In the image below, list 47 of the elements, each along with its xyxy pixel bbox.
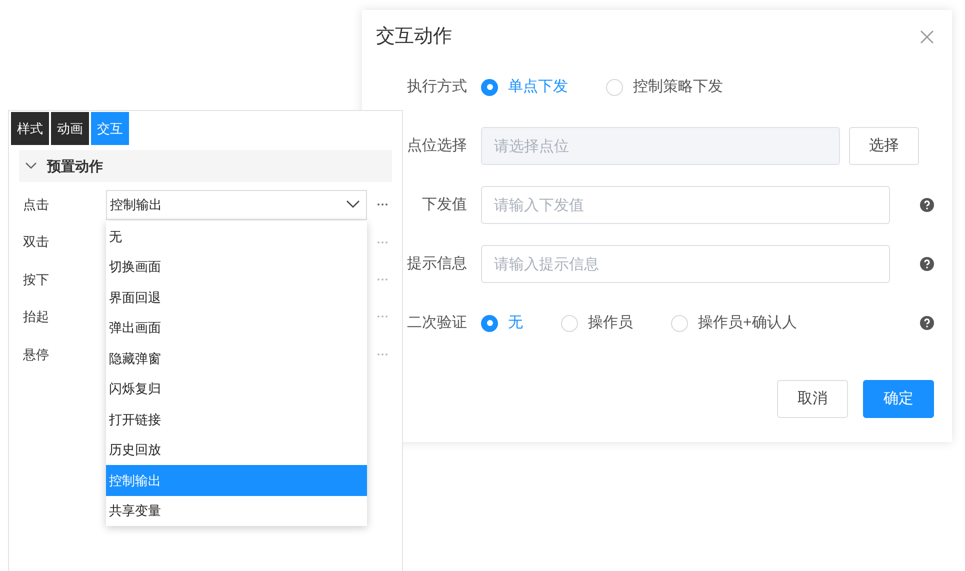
radio-button[interactable] bbox=[561, 314, 578, 332]
radio-label: 无 bbox=[508, 312, 523, 333]
dropdown-option[interactable]: 界面回退 bbox=[106, 282, 367, 312]
radio-button[interactable] bbox=[481, 314, 498, 332]
radio-button[interactable] bbox=[671, 314, 688, 332]
dropdown-option[interactable]: 弹出画面 bbox=[106, 312, 367, 343]
dropdown-option[interactable]: 闪烁复归 bbox=[106, 374, 367, 404]
radio-label: 操作员 bbox=[588, 312, 633, 333]
tab[interactable]: 样式 bbox=[11, 112, 49, 145]
input-field[interactable]: 请输入提示信息 bbox=[481, 245, 890, 283]
close-icon[interactable] bbox=[920, 30, 934, 44]
field-label: 二次验证 bbox=[406, 312, 468, 333]
more-icon[interactable] bbox=[377, 203, 388, 206]
field-label: 执行方式 bbox=[406, 76, 468, 97]
dropdown-option[interactable]: 切换画面 bbox=[106, 252, 367, 282]
dropdown-option[interactable]: 无 bbox=[106, 221, 367, 252]
action-select[interactable]: 控制输出 bbox=[106, 190, 367, 220]
dropdown-option[interactable]: 隐藏弹窗 bbox=[106, 343, 367, 374]
radio-label: 操作员+确认人 bbox=[698, 312, 797, 333]
event-label: 按下 bbox=[23, 270, 50, 289]
dropdown-option[interactable]: 打开链接 bbox=[106, 404, 367, 434]
radio-label: 单点下发 bbox=[508, 76, 568, 97]
dropdown-option[interactable]: 历史回放 bbox=[106, 434, 367, 465]
event-label: 悬停 bbox=[23, 346, 50, 364]
select-button[interactable]: 选择 bbox=[849, 127, 919, 165]
event-label: 抬起 bbox=[23, 308, 50, 326]
radio-button[interactable] bbox=[481, 78, 498, 96]
select-value: 控制输出 bbox=[110, 196, 162, 214]
section-title: 预置动作 bbox=[47, 156, 103, 176]
event-label: 双击 bbox=[23, 233, 50, 252]
field-label: 提示信息 bbox=[406, 254, 468, 274]
dialog-title: 交互动作 bbox=[376, 24, 452, 49]
radio-label: 控制策略下发 bbox=[633, 76, 723, 97]
help-icon[interactable] bbox=[920, 198, 934, 212]
field-label: 下发值 bbox=[421, 194, 468, 215]
dropdown-option[interactable]: 共享变量 bbox=[106, 496, 367, 526]
help-icon[interactable] bbox=[920, 316, 934, 330]
field-label: 点位选择 bbox=[406, 136, 468, 156]
chevron-icon bbox=[346, 200, 360, 210]
help-icon[interactable] bbox=[920, 257, 934, 271]
tab[interactable]: 动画 bbox=[51, 112, 89, 145]
input-field[interactable]: 请输入下发值 bbox=[481, 186, 890, 224]
section-header[interactable]: 预置动作 bbox=[19, 150, 392, 182]
point-field: 请选择点位 bbox=[481, 127, 840, 165]
cancel-button[interactable]: 取消 bbox=[777, 380, 848, 418]
event-label: 点击 bbox=[23, 196, 50, 214]
radio-button[interactable] bbox=[606, 78, 623, 96]
